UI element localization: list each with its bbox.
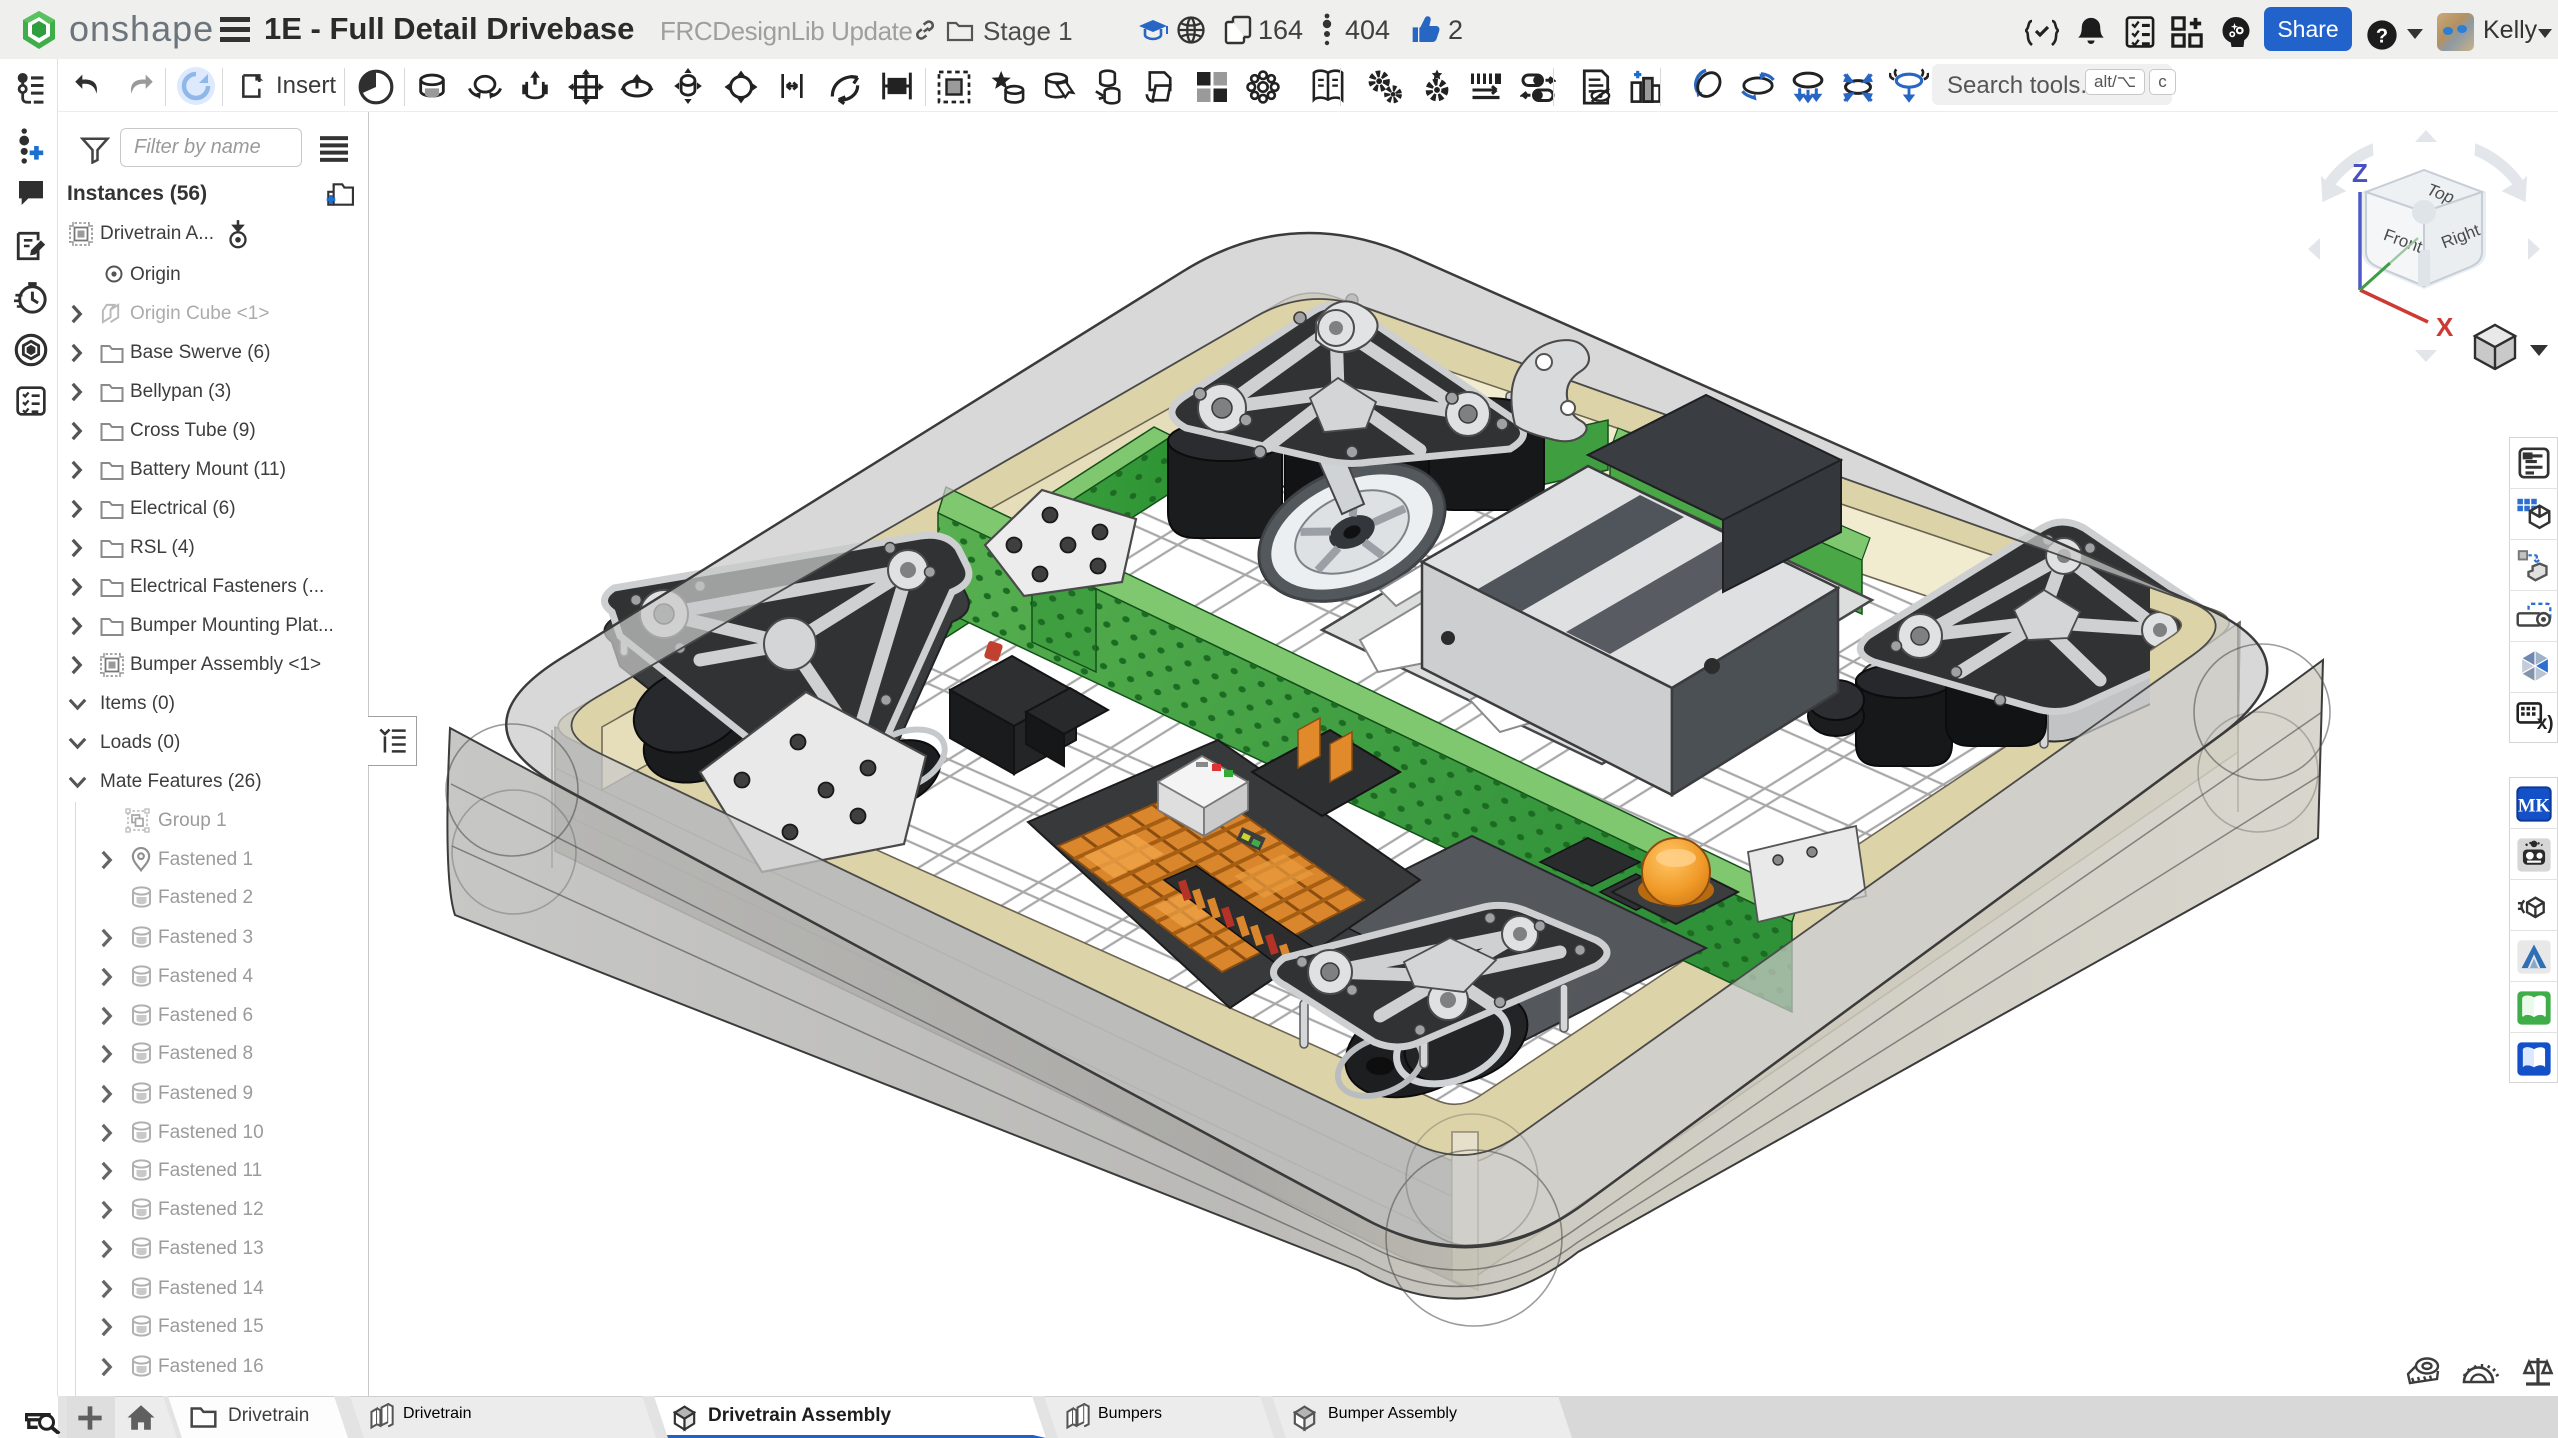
svg-text:MK: MK bbox=[2518, 796, 2551, 817]
svg-text:?: ? bbox=[2376, 25, 2388, 47]
svg-text:Z: Z bbox=[2352, 158, 2368, 188]
svg-text:X: X bbox=[2436, 312, 2454, 342]
svg-text:x): x) bbox=[2537, 713, 2553, 734]
